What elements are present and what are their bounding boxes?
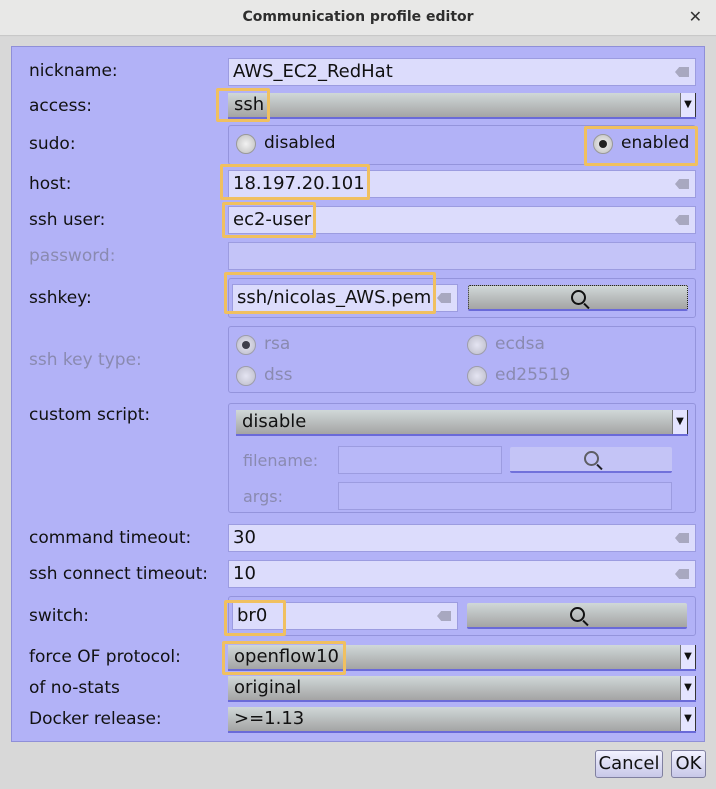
- ssh-connect-timeout-label: ssh connect timeout:: [29, 564, 209, 584]
- ssh-user-value: ec2-user: [233, 209, 312, 230]
- sudo-disabled-radio[interactable]: [236, 134, 256, 154]
- custom-script-value: disable: [242, 411, 307, 432]
- ok-button[interactable]: OK: [671, 750, 706, 778]
- close-icon[interactable]: ✕: [689, 7, 702, 26]
- force-of-protocol-value: openflow10: [234, 646, 339, 667]
- nickname-value: AWS_EC2_RedHat: [233, 61, 393, 82]
- filename-label: filename:: [243, 451, 319, 470]
- search-icon: [570, 290, 586, 305]
- host-input[interactable]: 18.197.20.101: [228, 170, 696, 198]
- ssh-connect-timeout-input[interactable]: 10: [228, 560, 696, 588]
- force-of-protocol-select[interactable]: openflow10 ▼: [228, 645, 696, 671]
- cancel-button[interactable]: Cancel: [595, 750, 663, 778]
- ecdsa-label: ecdsa: [495, 334, 545, 354]
- password-label: password:: [29, 246, 116, 266]
- nickname-label: nickname:: [29, 61, 118, 81]
- args-label: args:: [243, 487, 283, 506]
- of-no-stats-value: original: [234, 677, 302, 698]
- clear-icon[interactable]: [675, 67, 689, 77]
- command-timeout-label: command timeout:: [29, 528, 192, 548]
- filename-input[interactable]: [338, 446, 502, 474]
- docker-release-select[interactable]: >=1.13 ▼: [228, 707, 696, 733]
- ed25519-label: ed25519: [495, 365, 571, 385]
- clear-icon[interactable]: [675, 533, 689, 543]
- sshkey-value: ssh/nicolas_AWS.pem: [237, 287, 432, 308]
- ssh-user-input[interactable]: ec2-user: [228, 206, 696, 234]
- access-select[interactable]: ssh ▼: [228, 93, 696, 119]
- clear-icon[interactable]: [437, 293, 451, 303]
- command-timeout-value: 30: [233, 527, 256, 548]
- ssh-key-type-group: [228, 326, 696, 393]
- access-label: access:: [29, 96, 93, 116]
- switch-browse-button[interactable]: [467, 603, 687, 629]
- title-bar: Communication profile editor ✕: [0, 0, 716, 36]
- custom-script-label: custom script:: [29, 405, 151, 425]
- ssh-key-type-label: ssh key type:: [29, 350, 142, 370]
- host-label: host:: [29, 174, 72, 194]
- sudo-label: sudo:: [29, 134, 76, 154]
- switch-input[interactable]: br0: [232, 602, 458, 630]
- sshkey-label: sshkey:: [29, 288, 92, 308]
- rsa-radio[interactable]: [236, 335, 256, 355]
- chevron-down-icon: ▼: [680, 645, 696, 669]
- docker-release-value: >=1.13: [234, 708, 305, 729]
- ecdsa-radio[interactable]: [467, 335, 487, 355]
- ssh-user-label: ssh user:: [29, 210, 106, 230]
- search-icon: [569, 607, 585, 622]
- chevron-down-icon: ▼: [680, 707, 696, 731]
- sudo-enabled-label: enabled: [621, 133, 690, 153]
- custom-script-select[interactable]: disable ▼: [236, 410, 688, 436]
- args-input[interactable]: [338, 482, 672, 510]
- password-input[interactable]: [228, 242, 696, 270]
- of-no-stats-label: of no-stats: [29, 678, 120, 698]
- sshkey-input[interactable]: ssh/nicolas_AWS.pem: [232, 284, 458, 312]
- window-title: Communication profile editor: [242, 9, 474, 25]
- chevron-down-icon: ▼: [672, 410, 688, 434]
- host-value: 18.197.20.101: [233, 173, 365, 194]
- sudo-enabled-radio[interactable]: [593, 134, 613, 154]
- sshkey-browse-button[interactable]: [468, 285, 688, 311]
- access-value: ssh: [234, 94, 265, 115]
- docker-release-label: Docker release:: [29, 709, 162, 729]
- chevron-down-icon: ▼: [680, 676, 696, 700]
- ssh-connect-timeout-value: 10: [233, 563, 256, 584]
- sudo-disabled-label: disabled: [264, 133, 336, 153]
- filename-browse-button[interactable]: [510, 447, 672, 473]
- clear-icon[interactable]: [675, 179, 689, 189]
- command-timeout-input[interactable]: 30: [228, 524, 696, 552]
- nickname-input[interactable]: AWS_EC2_RedHat: [228, 58, 696, 86]
- switch-value: br0: [237, 605, 268, 626]
- dss-label: dss: [264, 365, 293, 385]
- clear-icon[interactable]: [437, 611, 451, 621]
- rsa-label: rsa: [264, 334, 291, 354]
- clear-icon[interactable]: [675, 215, 689, 225]
- switch-label: switch:: [29, 606, 89, 626]
- of-no-stats-select[interactable]: original ▼: [228, 676, 696, 702]
- ed25519-radio[interactable]: [467, 366, 487, 386]
- clear-icon[interactable]: [675, 569, 689, 579]
- dss-radio[interactable]: [236, 366, 256, 386]
- chevron-down-icon: ▼: [680, 93, 696, 117]
- force-of-protocol-label: force OF protocol:: [29, 647, 181, 667]
- search-icon: [583, 451, 599, 466]
